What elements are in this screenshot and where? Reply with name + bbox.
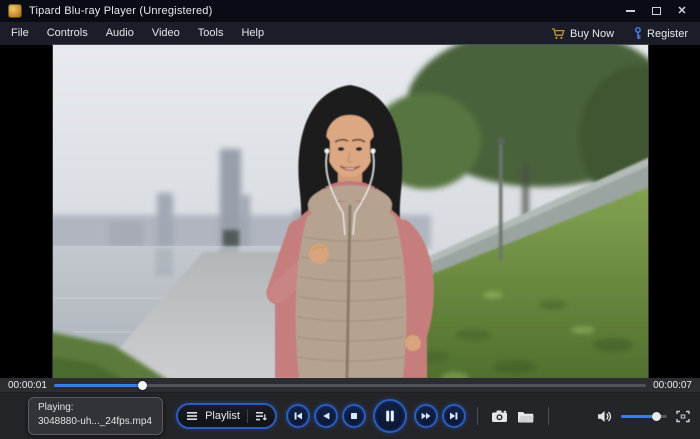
key-icon: [635, 27, 641, 39]
fast-forward-button[interactable]: [413, 404, 438, 428]
next-button[interactable]: [441, 404, 466, 428]
maximize-icon: [651, 7, 661, 15]
fast-forward-icon: [421, 412, 431, 420]
menu-controls[interactable]: Controls: [38, 22, 97, 45]
titlebar: Tipard Blu-ray Player (Unregistered) ✕: [0, 0, 700, 22]
stop-icon: [350, 413, 357, 419]
transport-cluster: Playlist: [176, 399, 556, 433]
app-logo-icon: [8, 4, 22, 18]
app-window: Tipard Blu-ray Player (Unregistered) ✕ F…: [0, 0, 700, 439]
menu-audio[interactable]: Audio: [97, 22, 143, 45]
window-controls: ✕: [620, 3, 692, 19]
menu-tools[interactable]: Tools: [189, 22, 233, 45]
volume-handle[interactable]: [652, 412, 662, 421]
menu-video[interactable]: Video: [143, 22, 189, 45]
progress-bar[interactable]: [53, 380, 647, 390]
snapshot-camera-icon: [492, 410, 508, 422]
rewind-icon: [323, 412, 330, 420]
register-label: Register: [647, 27, 688, 40]
rewind-button[interactable]: [313, 404, 338, 428]
play-order-icon[interactable]: [255, 411, 267, 422]
pause-button[interactable]: [372, 399, 407, 433]
volume-slider[interactable]: [621, 412, 667, 421]
close-button[interactable]: ✕: [672, 3, 692, 19]
now-playing-tooltip: Playing: 3048880-uh..._24fps.mp4: [28, 397, 163, 435]
previous-button[interactable]: [285, 404, 310, 428]
divider: [476, 407, 478, 425]
now-playing-filename: 3048880-uh..._24fps.mp4: [38, 416, 152, 427]
menu-file[interactable]: File: [2, 22, 38, 45]
cart-icon: [552, 27, 565, 39]
playlist-button[interactable]: Playlist: [176, 403, 277, 429]
buy-now-label: Buy Now: [570, 27, 615, 40]
volume-zone: [597, 393, 690, 439]
open-file-button[interactable]: [515, 405, 537, 427]
close-icon: ✕: [677, 4, 687, 17]
maximize-button[interactable]: [646, 3, 666, 19]
progress-handle[interactable]: [138, 380, 148, 390]
video-frame[interactable]: [40, 27, 700, 391]
window-title: Tipard Blu-ray Player (Unregistered): [29, 5, 213, 17]
menubar: File Controls Audio Video Tools Help Buy…: [0, 22, 700, 45]
pause-icon: [386, 410, 394, 422]
video-scene: [40, 27, 700, 391]
register-button[interactable]: Register: [634, 27, 688, 40]
now-playing-label: Playing:: [38, 402, 74, 413]
divider: [547, 407, 549, 425]
menu-help[interactable]: Help: [232, 22, 273, 45]
playlist-separator: [246, 409, 248, 423]
fullscreen-icon[interactable]: [676, 410, 690, 423]
progress-row: 00:00:01 00:00:07: [0, 378, 700, 392]
open-folder-icon: [518, 411, 535, 422]
video-stage: [0, 27, 700, 391]
snapshot-button[interactable]: [489, 405, 511, 427]
menubar-right: Buy Now Register: [551, 27, 688, 40]
control-bar: Playing: 3048880-uh..._24fps.mp4 Playlis…: [0, 392, 700, 439]
buy-now-button[interactable]: Buy Now: [551, 28, 614, 40]
previous-icon: [294, 412, 302, 420]
stop-button[interactable]: [341, 404, 366, 428]
menu-icon: [187, 412, 198, 420]
minimize-button[interactable]: [620, 3, 640, 19]
minimize-icon: [625, 10, 635, 12]
playlist-label: Playlist: [205, 410, 240, 422]
current-time: 00:00:01: [8, 379, 47, 391]
volume-icon[interactable]: [597, 410, 612, 423]
total-time: 00:00:07: [653, 379, 692, 391]
next-icon: [449, 412, 458, 420]
progress-fill: [53, 383, 143, 387]
